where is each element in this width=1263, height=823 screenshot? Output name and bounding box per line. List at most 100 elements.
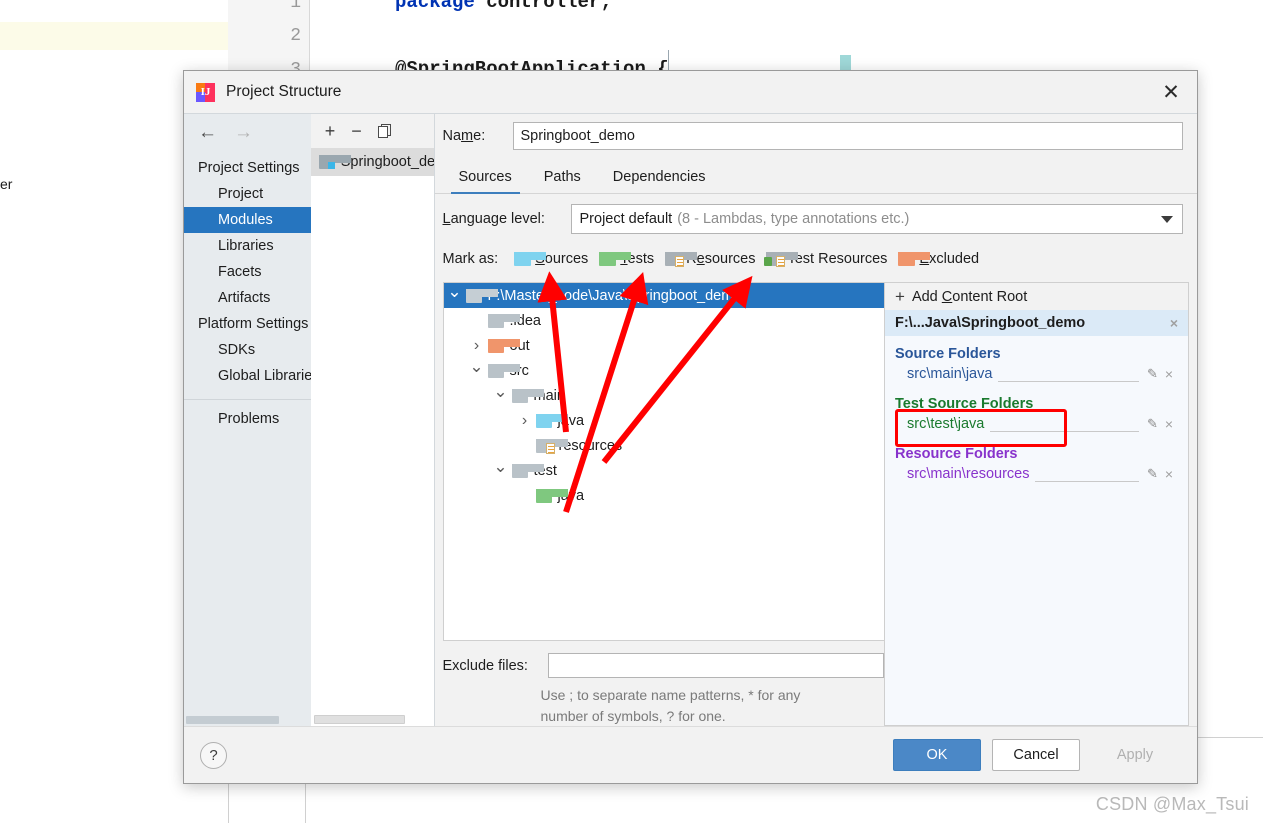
chevron-right-icon[interactable] [514, 412, 536, 430]
language-level-combobox[interactable]: Project default (8 - Lambdas, type annot… [570, 204, 1183, 234]
sidebar-item-libraries[interactable]: Libraries [184, 233, 311, 259]
sidebar-item-global-libraries[interactable]: Global Libraries [184, 363, 311, 389]
module-name-input[interactable]: Springboot_demo [512, 122, 1183, 150]
tests-folder-icon [599, 252, 632, 266]
add-content-root-button[interactable]: + Add Content Root [885, 283, 1188, 310]
edit-icon[interactable]: ✎ [1145, 416, 1160, 432]
resource-folder-row[interactable]: src\main\resources ✎ × [885, 465, 1188, 486]
chevron-down-icon[interactable] [490, 461, 512, 481]
source-folders-title: Source Folders [895, 346, 1001, 362]
mark-as-tests-button[interactable]: Tests [599, 251, 654, 267]
content-roots-panel: + Add Content Root F:\...Java\Springboot… [884, 282, 1189, 726]
edit-icon[interactable]: ✎ [1145, 366, 1160, 382]
sidebar-item-project[interactable]: Project [184, 181, 311, 207]
watermark: CSDN @Max_Tsui [1095, 794, 1249, 814]
language-level-hint: (8 - Lambdas, type annotations etc.) [677, 211, 910, 227]
remove-icon[interactable]: × [1160, 416, 1178, 432]
language-level-row: Language level: Project default (8 - Lam… [435, 194, 1198, 244]
folder-icon [511, 388, 544, 403]
code-text: controller; [474, 0, 612, 13]
sidebar-item-problems[interactable]: Problems [184, 406, 311, 432]
chevron-down-icon[interactable] [490, 386, 512, 406]
nav-history-controls: ← → [184, 114, 311, 152]
module-list-panel: + − Springboot_demo [310, 113, 435, 726]
resource-folder-path: src\main\resources [907, 466, 1030, 482]
test-source-folder-path: src\test\java [907, 416, 985, 432]
mark-as-excluded-button[interactable]: Excluded [898, 251, 979, 267]
row-rule [998, 380, 1139, 382]
module-name-row: Name: Springboot_demo [435, 114, 1198, 158]
close-icon[interactable]: ✕ [1145, 71, 1197, 113]
tree-row[interactable]: resources [444, 433, 885, 458]
logo-text: IJ [200, 85, 211, 98]
gutter-line-number: 1 [290, 0, 301, 13]
module-list-item[interactable]: Springboot_demo [310, 148, 434, 176]
tab-sources[interactable]: Sources [443, 169, 528, 194]
test-source-folder-row[interactable]: src\test\java ✎ × [885, 415, 1188, 436]
tree-row[interactable]: F:\Master_code\Java\Springboot_demo [443, 283, 884, 308]
sidebar-item-artifacts[interactable]: Artifacts [184, 285, 311, 311]
tree-label: resources [558, 437, 623, 454]
remove-icon[interactable]: × [1160, 366, 1178, 382]
tab-dependencies[interactable]: Dependencies [597, 169, 722, 193]
project-structure-dialog: IJ Project Structure ✕ ← → Project Setti… [183, 70, 1198, 784]
add-module-icon[interactable]: + [325, 122, 336, 140]
chevron-down-icon[interactable] [444, 286, 466, 306]
folder-icon [487, 338, 520, 353]
tree-row[interactable]: java [444, 483, 885, 508]
dialog-title-bar: IJ Project Structure ✕ [184, 71, 1197, 113]
test-resources-folder-icon [764, 252, 799, 267]
sidebar-item-facets[interactable]: Facets [184, 259, 311, 285]
dialog-buttons: OK Cancel Apply [893, 739, 1179, 771]
remove-module-icon[interactable]: − [351, 122, 362, 140]
chevron-down-icon[interactable] [1161, 216, 1173, 223]
module-horizontal-scrollbar[interactable] [310, 712, 434, 726]
excluded-folder-icon [898, 252, 931, 266]
sidebar-horizontal-scrollbar[interactable] [184, 713, 311, 726]
help-button[interactable]: ? [200, 741, 227, 769]
tree-row[interactable]: java [444, 408, 885, 433]
mark-as-sources-button[interactable]: Sources [514, 251, 588, 267]
exclude-files-row: Exclude files: [435, 653, 884, 679]
content-root-path: F:\...Java\Springboot_demo [895, 315, 1086, 331]
chevron-down-icon[interactable] [466, 361, 488, 381]
remove-icon[interactable]: × [1160, 466, 1178, 482]
back-arrow-icon[interactable]: ← [198, 122, 217, 144]
exclude-files-input[interactable] [548, 653, 884, 679]
tree-row[interactable]: out [444, 333, 885, 358]
code-keyword: package [395, 0, 475, 13]
copy-module-icon[interactable] [377, 124, 392, 138]
tree-row[interactable]: .idea [444, 308, 885, 333]
sidebar-item-sdks[interactable]: SDKs [184, 337, 311, 363]
remove-content-root-icon[interactable]: × [1170, 315, 1178, 331]
ok-button[interactable]: OK [893, 739, 981, 771]
exclude-hint-line-2: number of symbols, ? for one. [540, 707, 726, 724]
row-rule [1035, 480, 1139, 482]
content-root-tree[interactable]: F:\Master_code\Java\Springboot_demo .ide… [442, 282, 885, 642]
mark-as-test-resources-label: Test Resources [787, 251, 888, 267]
source-folder-path: src\main\java [907, 366, 993, 382]
content-root-header[interactable]: F:\...Java\Springboot_demo × [885, 310, 1188, 336]
tree-row[interactable]: src [444, 358, 885, 383]
chevron-right-icon[interactable] [466, 337, 488, 355]
code-line-1: package controller; [395, 0, 612, 13]
editor-line-highlight [0, 22, 228, 50]
source-folder-row[interactable]: src\main\java ✎ × [885, 365, 1188, 386]
folder-icon [465, 288, 498, 303]
sidebar-item-modules[interactable]: Modules [184, 207, 311, 233]
detail-tabs: Sources Paths Dependencies [434, 158, 1197, 194]
tree-label: F:\Master_code\Java\Springboot_demo [487, 287, 742, 304]
tree-row[interactable]: main [444, 383, 885, 408]
edit-icon[interactable]: ✎ [1145, 466, 1160, 482]
exclude-hint-line-1: Use ; to separate name patterns, * for a… [540, 687, 801, 704]
mark-as-test-resources-button[interactable]: Test Resources [764, 251, 888, 267]
forward-arrow-icon[interactable]: → [234, 122, 253, 144]
nav-group-project-settings: Project Settings [198, 160, 300, 176]
module-folder-icon [318, 155, 351, 169]
tab-paths[interactable]: Paths [528, 169, 597, 193]
mark-as-resources-button[interactable]: Resources [665, 251, 755, 267]
plus-icon: + [895, 287, 905, 306]
exclude-files-area: Exclude files: Use ; to separate name pa… [434, 641, 884, 726]
tree-row[interactable]: test [444, 458, 885, 483]
cancel-button[interactable]: Cancel [992, 739, 1080, 771]
